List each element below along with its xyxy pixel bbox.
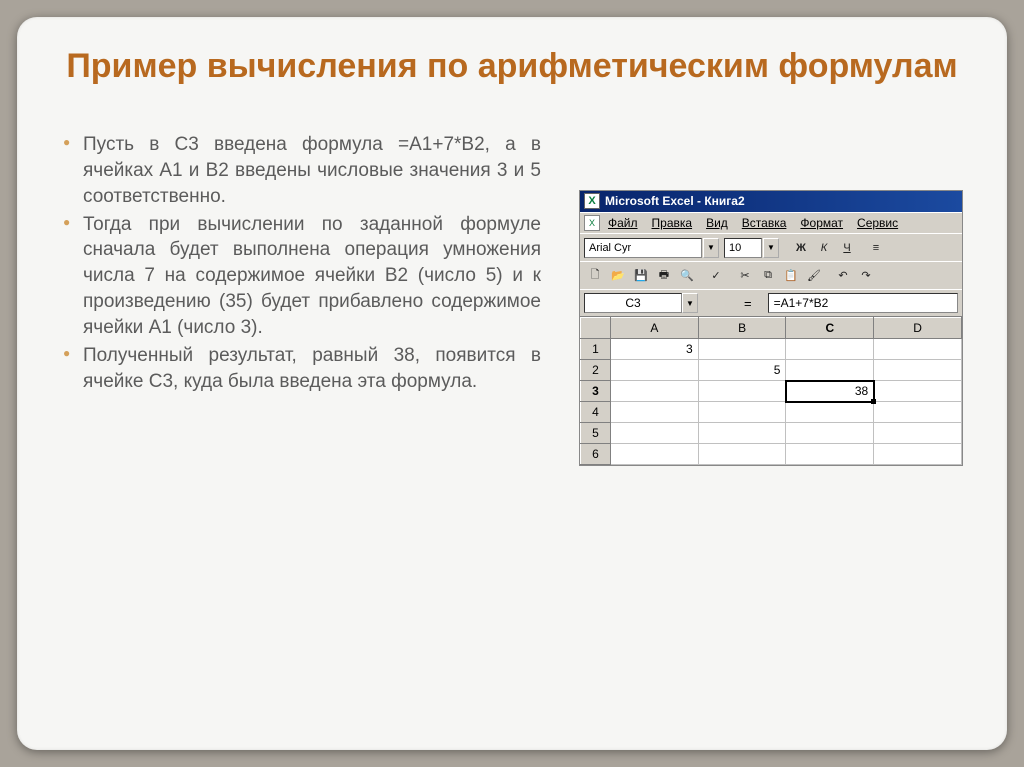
- cell-c2[interactable]: [786, 360, 874, 381]
- menubar: X Файл Правка Вид Вставка Формат Сервис: [580, 212, 962, 233]
- row-header[interactable]: 3: [581, 381, 611, 402]
- font-name-dropdown-icon[interactable]: ▼: [703, 238, 719, 258]
- cell-c6[interactable]: [786, 444, 874, 465]
- format-toolbar: Arial Cyr ▼ 10 ▼ Ж К Ч ≡: [580, 233, 962, 261]
- cut-icon[interactable]: ✂: [734, 265, 756, 286]
- font-name-select[interactable]: Arial Cyr: [584, 238, 702, 258]
- name-box-dropdown-icon[interactable]: ▼: [682, 293, 698, 313]
- open-icon[interactable]: 📂: [607, 265, 629, 286]
- column-header-d[interactable]: D: [874, 318, 962, 339]
- column-header-a[interactable]: A: [610, 318, 698, 339]
- slide-title: Пример вычисления по арифметическим форм…: [61, 47, 963, 86]
- cell-b4[interactable]: [698, 402, 786, 423]
- new-doc-icon[interactable]: 🗋: [584, 265, 606, 286]
- cell-d4[interactable]: [874, 402, 962, 423]
- content-row: Пусть в C3 введена формула =A1+7*B2, а в…: [61, 132, 963, 466]
- print-icon[interactable]: 🖶: [653, 265, 675, 286]
- bullet-item: Тогда при вычислении по заданной формуле…: [83, 212, 541, 341]
- save-icon[interactable]: 💾: [630, 265, 652, 286]
- column-header-c[interactable]: C: [786, 318, 874, 339]
- menu-view[interactable]: Вид: [700, 215, 734, 231]
- row-header[interactable]: 4: [581, 402, 611, 423]
- bold-button[interactable]: Ж: [790, 237, 812, 258]
- cell-a2[interactable]: [610, 360, 698, 381]
- equals-label: =: [702, 296, 768, 311]
- italic-button[interactable]: К: [813, 237, 835, 258]
- menu-insert[interactable]: Вставка: [736, 215, 793, 231]
- underline-button[interactable]: Ч: [836, 237, 858, 258]
- document-icon: X: [584, 215, 600, 231]
- formula-bar-row: C3 ▼ = =A1+7*B2: [580, 289, 962, 316]
- excel-column: X Microsoft Excel - Книга2 X Файл Правка…: [563, 132, 963, 466]
- cell-c5[interactable]: [786, 423, 874, 444]
- bullet-list: Пусть в C3 введена формула =A1+7*B2, а в…: [61, 132, 541, 394]
- cell-c1[interactable]: [786, 339, 874, 360]
- row-header[interactable]: 2: [581, 360, 611, 381]
- column-header-b[interactable]: B: [698, 318, 786, 339]
- standard-toolbar: 🗋 📂 💾 🖶 🔍 ✓ ✂ ⧉ 📋 🖌 ↶ ↷: [580, 261, 962, 289]
- cell-d1[interactable]: [874, 339, 962, 360]
- menu-file[interactable]: Файл: [602, 215, 644, 231]
- menu-tools[interactable]: Сервис: [851, 215, 904, 231]
- cell-a5[interactable]: [610, 423, 698, 444]
- formula-input[interactable]: =A1+7*B2: [768, 293, 958, 313]
- font-size-select[interactable]: 10: [724, 238, 762, 258]
- bullet-item: Полученный результат, равный 38, появитс…: [83, 343, 541, 395]
- excel-app-icon: X: [584, 193, 600, 209]
- grid-row: 1 3: [581, 339, 962, 360]
- cell-d5[interactable]: [874, 423, 962, 444]
- cell-b2[interactable]: 5: [698, 360, 786, 381]
- format-painter-icon[interactable]: 🖌: [803, 265, 825, 286]
- cell-d3[interactable]: [874, 381, 962, 402]
- cell-b3[interactable]: [698, 381, 786, 402]
- cell-a6[interactable]: [610, 444, 698, 465]
- cell-d6[interactable]: [874, 444, 962, 465]
- copy-icon[interactable]: ⧉: [757, 265, 779, 286]
- grid-row: 4: [581, 402, 962, 423]
- menu-format[interactable]: Формат: [794, 215, 849, 231]
- cell-b6[interactable]: [698, 444, 786, 465]
- cell-c3[interactable]: 38: [786, 381, 874, 402]
- titlebar: X Microsoft Excel - Книга2: [580, 191, 962, 212]
- row-header[interactable]: 6: [581, 444, 611, 465]
- bullet-item: Пусть в C3 введена формула =A1+7*B2, а в…: [83, 132, 541, 209]
- select-all-corner[interactable]: [581, 318, 611, 339]
- cell-a3[interactable]: [610, 381, 698, 402]
- grid-row: 3 38: [581, 381, 962, 402]
- undo-icon[interactable]: ↶: [832, 265, 854, 286]
- cell-b5[interactable]: [698, 423, 786, 444]
- cell-d2[interactable]: [874, 360, 962, 381]
- paste-icon[interactable]: 📋: [780, 265, 802, 286]
- grid-row: 2 5: [581, 360, 962, 381]
- name-box[interactable]: C3: [584, 293, 682, 313]
- spell-icon[interactable]: ✓: [705, 265, 727, 286]
- redo-icon[interactable]: ↷: [855, 265, 877, 286]
- align-button[interactable]: ≡: [865, 237, 887, 258]
- grid-row: 6: [581, 444, 962, 465]
- cell-a4[interactable]: [610, 402, 698, 423]
- font-size-dropdown-icon[interactable]: ▼: [763, 238, 779, 258]
- spreadsheet-grid: A B C D 1 3 2: [580, 316, 962, 465]
- preview-icon[interactable]: 🔍: [676, 265, 698, 286]
- cell-a1[interactable]: 3: [610, 339, 698, 360]
- row-header[interactable]: 1: [581, 339, 611, 360]
- menu-edit[interactable]: Правка: [646, 215, 699, 231]
- row-header[interactable]: 5: [581, 423, 611, 444]
- cell-b1[interactable]: [698, 339, 786, 360]
- window-title: Microsoft Excel - Книга2: [605, 194, 745, 208]
- excel-window: X Microsoft Excel - Книга2 X Файл Правка…: [579, 190, 963, 466]
- text-column: Пусть в C3 введена формула =A1+7*B2, а в…: [61, 132, 541, 466]
- grid-row: 5: [581, 423, 962, 444]
- cell-c4[interactable]: [786, 402, 874, 423]
- slide: Пример вычисления по арифметическим форм…: [17, 17, 1007, 750]
